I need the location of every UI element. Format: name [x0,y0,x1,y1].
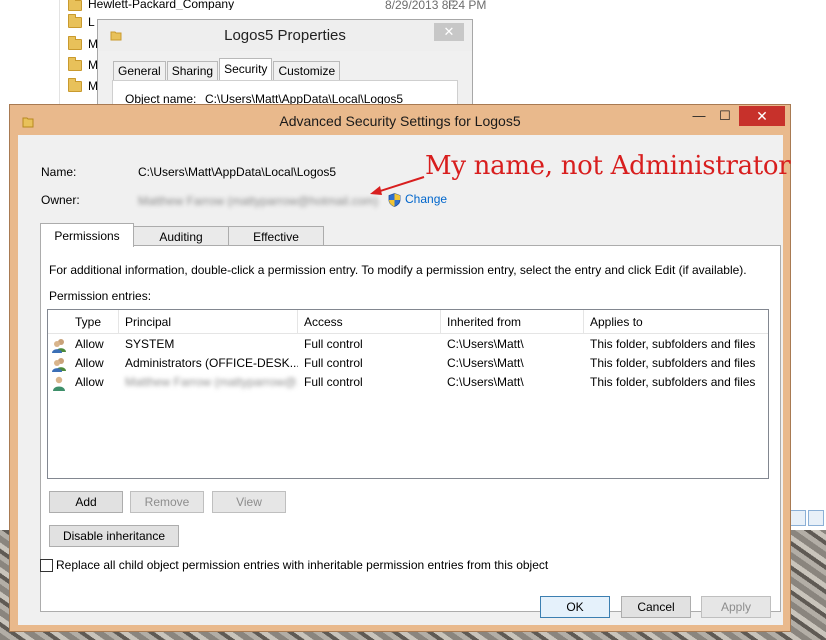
column-header-applies-to[interactable]: Applies to [584,310,764,334]
entry-type: Allow [75,356,104,370]
annotation-text: My name, not Administrator [425,151,791,181]
ok-button[interactable]: OK [540,596,610,618]
entry-applies-to: This folder, subfolders and files [590,337,756,351]
explorer-file-name: Hewlett-Packard_Company [88,0,235,10]
entry-principal: Administrators (OFFICE-DESK... [125,356,298,370]
info-text: For additional information, double-click… [49,263,747,277]
column-header-principal[interactable]: Principal [119,310,298,334]
entry-inherited-from: C:\Users\Matt\ [447,356,524,370]
advanced-client-area: Name: C:\Users\Matt\AppData\Local\Logos5… [18,135,791,625]
permission-entries-label: Permission entries: [49,289,152,303]
group-users-icon [52,338,66,353]
column-header-type[interactable]: Type [69,310,119,334]
explorer-file-row[interactable]: M [68,55,98,75]
tab-sharing[interactable]: Sharing [166,61,219,81]
tab-security[interactable]: Security [219,58,273,81]
user-icon [53,376,65,391]
security-tabs: Permissions Auditing Effective Access [40,223,324,258]
entry-applies-to: This folder, subfolders and files [590,375,756,389]
explorer-navigation-pane [0,0,60,110]
table-row[interactable]: Allow Matthew Farrow (mattyparrow@... Fu… [48,373,768,392]
table-row[interactable]: Allow Administrators (OFFICE-DESK... Ful… [48,354,768,373]
column-header-inherited-from[interactable]: Inherited from [441,310,584,334]
row-icon-cell [48,335,69,354]
add-button[interactable]: Add [49,491,123,513]
tab-effective-access[interactable]: Effective Access [228,226,324,258]
maximize-button[interactable]: ☐ [712,106,738,126]
explorer-file-row[interactable]: M [68,76,98,96]
entry-inherited-from: C:\Users\Matt\ [447,337,524,351]
list-header: Type Principal Access Inherited from App… [48,310,768,334]
tab-general[interactable]: General [113,61,166,81]
advanced-titlebar: Advanced Security Settings for Logos5 — … [10,105,790,135]
view-button[interactable]: View [212,491,286,513]
entry-principal: Matthew Farrow (mattyparrow@... [125,375,298,389]
close-button[interactable]: ✕ [739,106,785,126]
advanced-security-window: Advanced Security Settings for Logos5 — … [9,104,791,632]
properties-title: Logos5 Properties [224,27,346,44]
entry-type: Allow [75,375,104,389]
group-users-icon [52,357,66,372]
explorer-file-type: F [448,0,456,12]
tab-auditing[interactable]: Auditing [133,226,229,247]
folder-icon [68,13,82,28]
permissions-panel: For additional information, double-click… [40,245,781,612]
entry-access: Full control [304,356,363,370]
annotation-arrow-icon [370,176,425,195]
table-row[interactable]: Allow SYSTEM Full control C:\Users\Matt\… [48,335,768,354]
large-icons-view-icon[interactable] [808,510,824,526]
folder-icon [68,56,82,71]
permission-entries-list[interactable]: Type Principal Access Inherited from App… [47,309,769,479]
entry-principal: SYSTEM [125,337,175,351]
window-title: Advanced Security Settings for Logos5 [279,113,521,129]
folder-icon [68,0,82,11]
minimize-button[interactable]: — [686,106,712,126]
name-label: Name: [41,165,77,179]
entry-access: Full control [304,337,363,351]
remove-button[interactable]: Remove [130,491,204,513]
properties-close-button[interactable]: ✕ [434,23,464,41]
properties-titlebar: Logos5 Properties ✕ [98,20,472,51]
entry-applies-to: This folder, subfolders and files [590,356,756,370]
name-value: C:\Users\Matt\AppData\Local\Logos5 [138,165,337,179]
column-header-access[interactable]: Access [298,310,441,334]
entry-access: Full control [304,375,363,389]
explorer-view-buttons [790,510,824,526]
replace-permissions-label: Replace all child object permission entr… [56,558,549,572]
details-view-icon[interactable] [790,510,806,526]
owner-value: Matthew Farrow (mattyparrow@hotmail.com) [138,194,379,208]
header-spacer [48,310,69,334]
explorer-file-row[interactable]: L [68,12,95,32]
entry-type: Allow [75,337,104,351]
cancel-button[interactable]: Cancel [621,596,691,618]
owner-label: Owner: [41,193,80,207]
tab-permissions[interactable]: Permissions [40,223,134,247]
row-icon-cell [48,354,69,373]
properties-tabs: General Sharing Security Customize [113,58,341,81]
explorer-file-date: 8/29/2013 8:24 PM [385,0,487,12]
explorer-file-name: L [88,15,95,29]
tab-customize[interactable]: Customize [273,61,341,81]
apply-button[interactable]: Apply [701,596,771,618]
replace-permissions-checkbox[interactable] [40,559,53,572]
folder-icon [68,35,82,50]
folder-icon [68,77,82,92]
disable-inheritance-button[interactable]: Disable inheritance [49,525,179,547]
row-icon-cell [48,373,69,392]
entry-inherited-from: C:\Users\Matt\ [447,375,524,389]
explorer-file-row[interactable]: M [68,34,98,54]
